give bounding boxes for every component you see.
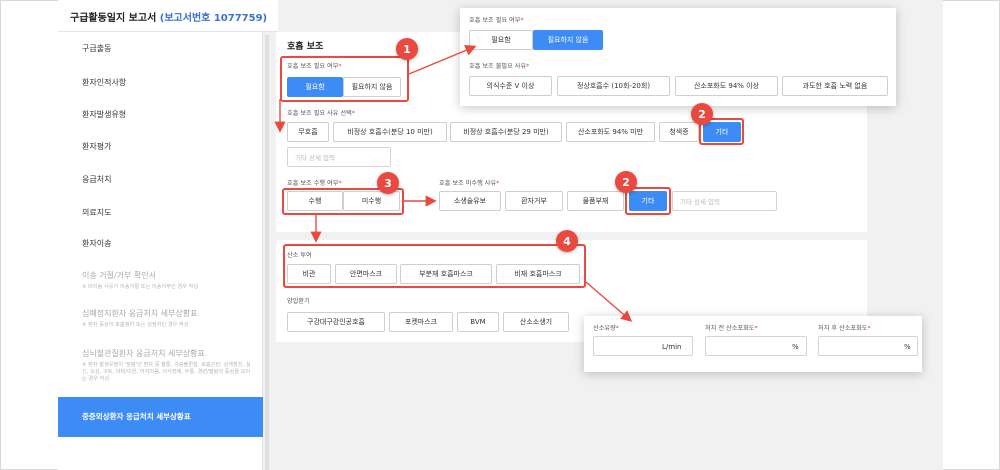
step-badge-3: 3	[377, 172, 399, 194]
step-badge-4: 4	[556, 230, 578, 252]
step-badge-2b: 2	[615, 171, 637, 193]
arrow-to-popup-bottom	[585, 281, 633, 322]
step-badge-2a: 2	[691, 103, 713, 125]
step-badge-1: 1	[396, 38, 418, 60]
arrow-to-popup-top	[408, 45, 477, 75]
annotation-arrows	[274, 45, 633, 322]
